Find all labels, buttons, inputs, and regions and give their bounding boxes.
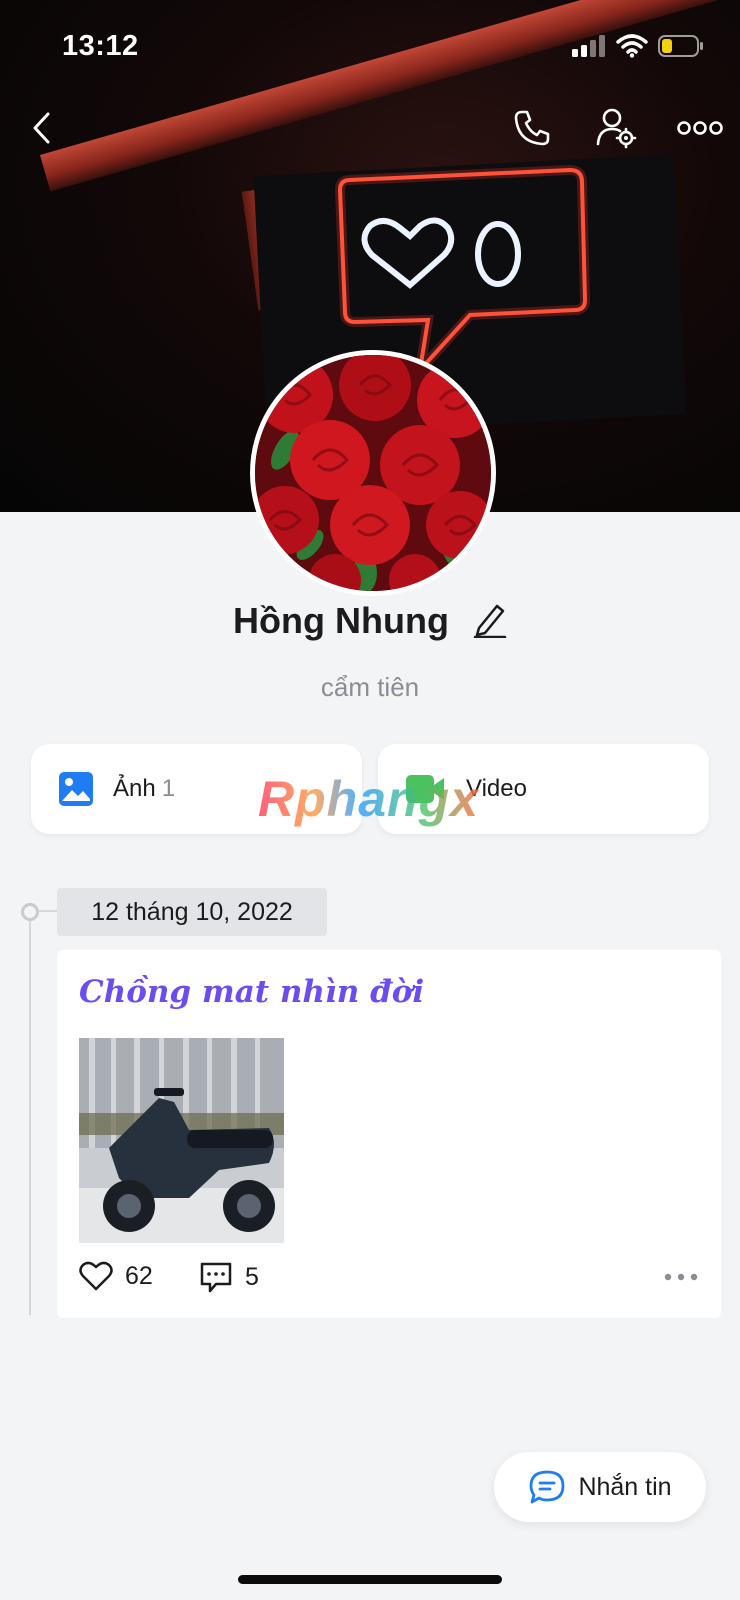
post-image[interactable] [79, 1038, 284, 1243]
profile-avatar[interactable] [250, 350, 496, 596]
post-actions: 62 5 [79, 1260, 699, 1300]
like-count: 62 [125, 1261, 153, 1290]
home-indicator [238, 1575, 502, 1584]
timeline-post[interactable]: Chồng mat nhìn đời 62 5 [57, 950, 721, 1318]
photos-tab-label: Ảnh [113, 775, 156, 802]
battery-icon [658, 35, 703, 57]
cellular-signal-icon [572, 35, 605, 57]
heart-icon [79, 1261, 113, 1291]
send-message-label: Nhắn tin [578, 1472, 672, 1501]
chevron-left-icon [33, 112, 50, 144]
comment-button[interactable]: 5 [199, 1260, 259, 1294]
send-message-button[interactable]: Nhắn tin [494, 1452, 706, 1522]
more-options-button[interactable] [672, 100, 728, 156]
more-horizontal-icon [677, 121, 723, 135]
more-dots-icon [664, 1273, 698, 1281]
edit-name-button[interactable] [473, 600, 507, 647]
like-button[interactable]: 62 [79, 1260, 153, 1292]
roses-avatar-image [255, 355, 491, 591]
profile-subtitle: cẩm tiên [320, 672, 420, 702]
motorbike-photo [79, 1038, 284, 1243]
wifi-icon [616, 34, 648, 58]
chat-bubble-icon [530, 1470, 565, 1504]
profile-name-row: Hồng Nhung [0, 600, 740, 647]
timeline-line [29, 915, 31, 1315]
top-nav [0, 100, 740, 164]
status-icons [572, 34, 704, 58]
status-bar: 13:12 [0, 0, 740, 94]
watermark-logo: Rphangx [258, 771, 479, 827]
image-icon [59, 772, 93, 806]
post-title: Chồng mat nhìn đời [79, 974, 425, 1010]
profile-settings-button[interactable] [588, 100, 644, 156]
back-button[interactable] [14, 100, 70, 156]
comment-count: 5 [245, 1262, 259, 1291]
timeline-date: 12 tháng 10, 2022 [57, 888, 327, 936]
phone-icon [514, 110, 550, 146]
pencil-icon [473, 604, 507, 639]
timeline-connector [38, 910, 58, 912]
profile-name: Hồng Nhung [233, 600, 449, 642]
status-time: 13:12 [62, 30, 139, 62]
photos-count: 1 [161, 775, 176, 802]
comment-icon [200, 1262, 232, 1293]
call-button[interactable] [504, 100, 560, 156]
timeline-dot [21, 903, 39, 921]
user-settings-icon [596, 108, 637, 149]
post-more-button[interactable] [664, 1272, 698, 1282]
